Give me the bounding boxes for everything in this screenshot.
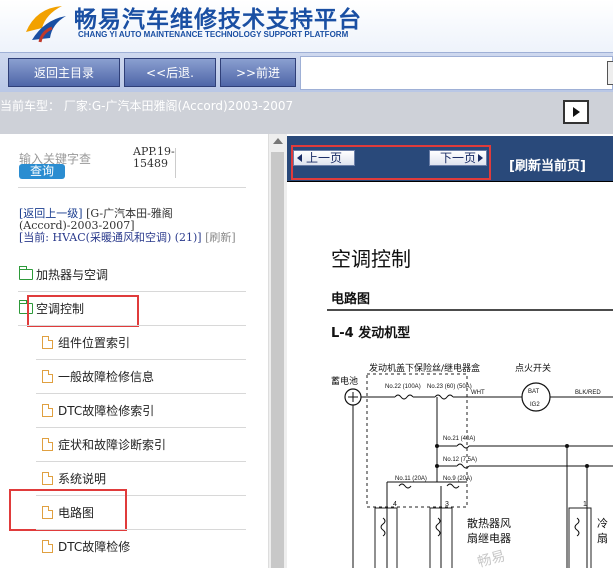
pin-number: 3 (445, 501, 449, 508)
circuit-diagram-page: 空调控制 电路图 L-4 发动机型 发动机盖下保险丝/继电器盒 点火开关 蓄电池 (287, 181, 613, 568)
fuse-label: No.23 (60) (50A) (427, 384, 472, 390)
relay-block (568, 507, 592, 568)
tree-item[interactable]: 症状和故障诊断索引 (42, 436, 166, 456)
document-icon (42, 438, 53, 451)
tree-label: 组件位置索引 (58, 336, 131, 350)
divider (36, 393, 246, 394)
ignition-label: 点火开关 (515, 362, 551, 374)
viewer-toolbar: 上一页 下一页 [刷新当前页] (287, 136, 613, 181)
divider (36, 359, 246, 360)
forward-button[interactable]: >>前进 (220, 58, 296, 87)
toolbar-panel (300, 56, 613, 90)
document-viewer: 上一页 下一页 [刷新当前页] 空调控制 电路图 L-4 发动机型 发动机盖下保… (287, 134, 613, 568)
watermark: 畅易 (476, 548, 507, 568)
tree-label: 一般故障检修信息 (58, 370, 155, 384)
fuse-label: No.9 (20A) (443, 476, 472, 482)
coil-symbol (574, 517, 580, 537)
document-icon (42, 540, 53, 553)
tree-item[interactable]: DTC故障检修索引 (42, 402, 154, 422)
document-icon (42, 370, 53, 383)
app-code: APP.19-15489 (133, 145, 175, 170)
fuse-symbol (446, 483, 460, 489)
scroll-up-icon[interactable] (273, 138, 283, 144)
scrollbar[interactable] (268, 134, 287, 568)
engine-model-label: L-4 发动机型 (331, 325, 410, 341)
tree-item[interactable]: 系统说明 (42, 470, 106, 490)
fuse-label: No.21 (40A) (443, 436, 475, 442)
wire-color-label: WHT (471, 390, 485, 396)
switch-label: BAT (528, 389, 540, 395)
divider (36, 529, 246, 530)
coil-symbol (380, 517, 386, 537)
breadcrumb: [返回上一级] [G-广汽本田-雅阁(Accord)-2003-2007] [当… (19, 208, 249, 244)
nav-toolbar: 返回主目录 <<后退. >>前进 (0, 52, 613, 92)
divider (175, 148, 176, 178)
pin-number: 4 (393, 501, 397, 508)
tree-label: 症状和故障诊断索引 (58, 438, 167, 452)
arrow-right-icon (573, 107, 580, 117)
fuse-label: No.22 (100A) (385, 384, 421, 390)
fuse-label: No.11 (20A) (395, 476, 427, 482)
app-title: 畅易汽车维修技术支持平台 (74, 7, 362, 33)
divider (36, 461, 246, 462)
fuse-symbol (398, 483, 412, 489)
battery-label: 蓄电池 (331, 375, 358, 387)
relay-label-2: 冷 (597, 517, 608, 530)
tree-item[interactable]: 组件位置索引 (42, 334, 130, 354)
divider (18, 187, 246, 188)
divider (18, 291, 246, 292)
relay-label-line: 扇继电器 (467, 531, 511, 545)
model-bar: 当前车型： 厂家:G-广汽本田雅阁(Accord)2003-2007 (0, 92, 613, 134)
circuit-diagram: 空调控制 电路图 L-4 发动机型 发动机盖下保险丝/继电器盒 点火开关 蓄电池 (327, 247, 613, 568)
tree-label: 系统说明 (58, 472, 107, 486)
fuse-symbol (434, 394, 454, 400)
back-button[interactable]: <<后退. (124, 58, 216, 87)
current-category: HVAC(采暖通风和空调) (21)] (52, 231, 202, 244)
switch-label: IG2 (530, 402, 540, 408)
logo-icon (26, 6, 66, 43)
divider (18, 325, 246, 326)
refresh-link[interactable]: [刷新] (205, 231, 236, 244)
tree-item[interactable]: DTC故障检修 (42, 538, 130, 558)
current-model: 当前车型： 厂家:G-广汽本田雅阁(Accord)2003-2007 (0, 99, 294, 113)
expand-button[interactable] (563, 100, 589, 124)
document-icon (42, 336, 53, 349)
relay-label-line: 散热器风 (467, 516, 511, 530)
scroll-thumb[interactable] (271, 152, 284, 568)
search-button[interactable]: 查询 (19, 164, 65, 179)
relay-label-2: 扇 (597, 531, 608, 545)
tree-folder-heater[interactable]: 加热器与空调 (19, 266, 108, 286)
highlight-box (291, 145, 491, 180)
toolbar-edge (607, 61, 613, 85)
left-pane: 输入关键字查 查询 APP.19-15489 [返回上一级] [G-广汽本田-雅… (0, 134, 268, 568)
fuse-symbol (394, 394, 414, 400)
relay-label: 散热器风扇继电器 (467, 516, 511, 545)
tree-label: DTC故障检修 (58, 540, 131, 554)
divider (36, 427, 246, 428)
app-subtitle: CHANG YI AUTO MAINTENANCE TECHNOLOGY SUP… (78, 30, 349, 39)
refresh-page-link[interactable]: [刷新当前页] (509, 155, 586, 174)
tree-label: DTC故障检修索引 (58, 404, 155, 418)
pin-number: 1 (583, 501, 587, 508)
coil-symbol (435, 517, 441, 537)
tree-item[interactable]: 一般故障检修信息 (42, 368, 154, 388)
section-title: 空调控制 (331, 247, 411, 271)
highlight-box (27, 295, 139, 327)
fuse-label: No.12 (7.5A) (443, 457, 477, 463)
folder-icon (19, 266, 33, 280)
tree-label: 加热器与空调 (36, 268, 109, 282)
highlight-box (9, 489, 127, 531)
document-icon (42, 472, 53, 485)
wire-color-label: BLK/RED (575, 390, 601, 396)
current-prefix: [当前: (19, 231, 49, 244)
document-icon (42, 404, 53, 417)
section-subtitle: 电路图 (331, 291, 370, 307)
fuse-box-label: 发动机盖下保险丝/继电器盒 (369, 362, 480, 374)
app-header: 畅易汽车维修技术支持平台 CHANG YI AUTO MAINTENANCE T… (0, 0, 613, 52)
home-button[interactable]: 返回主目录 (8, 58, 120, 87)
relay-block (374, 507, 398, 568)
